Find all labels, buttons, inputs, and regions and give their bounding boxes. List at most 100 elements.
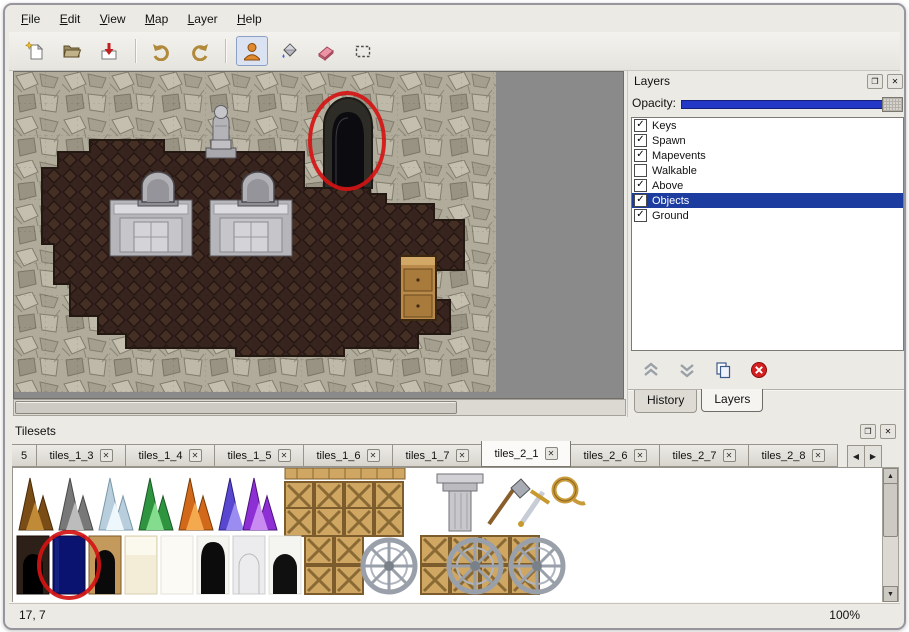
tileset-tab[interactable]: tiles_1_7 ✕	[392, 444, 482, 467]
tab-close-icon[interactable]: ✕	[100, 449, 113, 462]
layer-row[interactable]: ✓ Keys	[632, 118, 903, 133]
tab-history[interactable]: History	[634, 390, 697, 413]
layer-visibility-checkbox[interactable]: ✓	[634, 179, 647, 192]
open-file-button[interactable]	[56, 36, 88, 66]
cursor-coordinates: 17, 7	[19, 608, 46, 622]
layer-row[interactable]: ✓ Mapevents	[632, 148, 903, 163]
tileset-content[interactable]	[12, 467, 883, 603]
menu-item[interactable]: Edit	[52, 9, 89, 30]
raise-layer-button[interactable]	[640, 359, 662, 381]
tileset-tab-label: tiles_1_7	[405, 450, 449, 462]
menu-bar: File Edit View Map Layer Help	[13, 9, 896, 31]
layer-visibility-checkbox[interactable]: ✓	[634, 209, 647, 222]
tab-close-icon[interactable]: ✕	[545, 447, 558, 460]
rect-select-tool-button[interactable]	[347, 36, 379, 66]
tileset-tab[interactable]: tiles_1_5 ✕	[214, 444, 304, 467]
tileset-tab[interactable]: tiles_1_6 ✕	[303, 444, 393, 467]
tab-close-icon[interactable]: ✕	[456, 449, 469, 462]
tileset-crystals[interactable]	[19, 478, 277, 530]
tileset-selected-tile[interactable]	[53, 536, 85, 594]
open-file-icon	[62, 41, 82, 61]
dark-figure-alcove	[324, 98, 372, 188]
panel-tabs: History Layers	[634, 390, 763, 413]
tileset-sword[interactable]	[518, 491, 549, 527]
opacity-row: Opacity:	[632, 93, 903, 113]
map-canvas[interactable]	[14, 72, 496, 392]
menu-item[interactable]: Map	[137, 9, 176, 30]
new-file-button[interactable]	[19, 36, 51, 66]
tab-scroll-right-icon[interactable]: ▶	[864, 445, 882, 468]
opacity-slider[interactable]	[681, 97, 903, 110]
opacity-slider-fill	[681, 100, 883, 109]
stamp-tool-button[interactable]	[236, 36, 268, 66]
map-horizontal-scrollbar[interactable]	[13, 399, 626, 416]
opacity-slider-handle[interactable]	[882, 97, 903, 112]
float-panel-icon[interactable]: ❐	[860, 424, 876, 439]
tab-close-icon[interactable]: ✕	[634, 449, 647, 462]
layers-panel-titlebar: Layers ❐ ✕	[628, 71, 906, 91]
tab-close-icon[interactable]: ✕	[812, 449, 825, 462]
close-panel-icon[interactable]: ✕	[887, 74, 903, 89]
undo-button[interactable]	[146, 36, 178, 66]
layer-visibility-checkbox[interactable]: ✓	[634, 134, 647, 147]
lower-layer-button[interactable]	[676, 359, 698, 381]
scroll-down-icon[interactable]: ▼	[883, 586, 898, 602]
save-button[interactable]	[93, 36, 125, 66]
tab-scroll-arrows: ◀ ▶	[848, 445, 882, 468]
layers-panel: Layers ❐ ✕ Opacity: ✓ Keys ✓	[627, 71, 906, 417]
map-hscroll-thumb[interactable]	[15, 401, 457, 414]
tileset-tab[interactable]: tiles_1_3 ✕	[36, 444, 126, 467]
layer-visibility-checkbox[interactable]: ✓	[634, 149, 647, 162]
map-view[interactable]	[13, 71, 624, 399]
tab-close-icon[interactable]: ✕	[278, 449, 291, 462]
tileset-tab[interactable]: tiles_1_4 ✕	[125, 444, 215, 467]
tileset-tab[interactable]: tiles_2_8 ✕	[748, 444, 838, 467]
wooden-cabinet	[400, 256, 436, 320]
eraser-tool-icon	[316, 41, 336, 61]
redo-button[interactable]	[183, 36, 215, 66]
layer-visibility-checkbox[interactable]	[634, 164, 647, 177]
layer-list: ✓ Keys ✓ Spawn ✓ Mapevents Walkable	[631, 117, 904, 351]
layer-visibility-checkbox[interactable]: ✓	[634, 194, 647, 207]
menu-item[interactable]: Help	[229, 9, 270, 30]
float-panel-icon[interactable]: ❐	[867, 74, 883, 89]
tileset-tab[interactable]: tiles_2_6 ✕	[570, 444, 660, 467]
layer-visibility-checkbox[interactable]: ✓	[634, 119, 647, 132]
tileset-vscroll-thumb[interactable]	[883, 483, 898, 537]
tab-close-icon[interactable]: ✕	[723, 449, 736, 462]
tileset-pillar[interactable]	[437, 474, 483, 531]
close-panel-icon[interactable]: ✕	[880, 424, 896, 439]
menu-item[interactable]: Layer	[180, 9, 226, 30]
layer-row[interactable]: ✓ Above	[632, 178, 903, 193]
tileset-tab-label: tiles_1_5	[227, 450, 271, 462]
tab-layers[interactable]: Layers	[701, 389, 763, 412]
tab-close-icon[interactable]: ✕	[367, 449, 380, 462]
tileset-canvas[interactable]	[13, 468, 881, 600]
rect-select-tool-icon	[353, 41, 373, 61]
tileset-tracks[interactable]	[285, 468, 405, 536]
duplicate-layer-button[interactable]	[712, 359, 734, 381]
delete-layer-icon	[749, 360, 769, 380]
tileset-rope-coil[interactable]	[554, 479, 585, 504]
menu-item[interactable]: View	[92, 9, 134, 30]
menu-item[interactable]: File	[13, 9, 48, 30]
delete-layer-button[interactable]	[748, 359, 770, 381]
tileset-vertical-scrollbar[interactable]: ▲ ▼	[882, 467, 899, 603]
eraser-tool-button[interactable]	[310, 36, 342, 66]
layer-row[interactable]: ✓ Ground	[632, 208, 903, 223]
tileset-tab[interactable]: 5 ✕	[12, 444, 37, 467]
tileset-tab-label: tiles_1_4	[138, 450, 182, 462]
scroll-up-icon[interactable]: ▲	[883, 468, 898, 484]
layer-name: Above	[652, 180, 683, 192]
tileset-tab[interactable]: tiles_2_1 ✕	[481, 441, 571, 467]
stamp-tool-icon	[242, 41, 262, 61]
layer-buttons	[640, 359, 770, 381]
tilesets-panel: Tilesets ❐ ✕ 5 ✕ tiles_1_3 ✕ tiles_1_4	[9, 421, 900, 605]
tab-close-icon[interactable]: ✕	[189, 449, 202, 462]
tab-scroll-left-icon[interactable]: ◀	[847, 445, 865, 468]
layer-row[interactable]: Walkable	[632, 163, 903, 178]
fill-tool-button[interactable]	[273, 36, 305, 66]
layer-row[interactable]: ✓ Spawn	[632, 133, 903, 148]
layer-row[interactable]: ✓ Objects	[632, 193, 903, 208]
tileset-tab[interactable]: tiles_2_7 ✕	[659, 444, 749, 467]
